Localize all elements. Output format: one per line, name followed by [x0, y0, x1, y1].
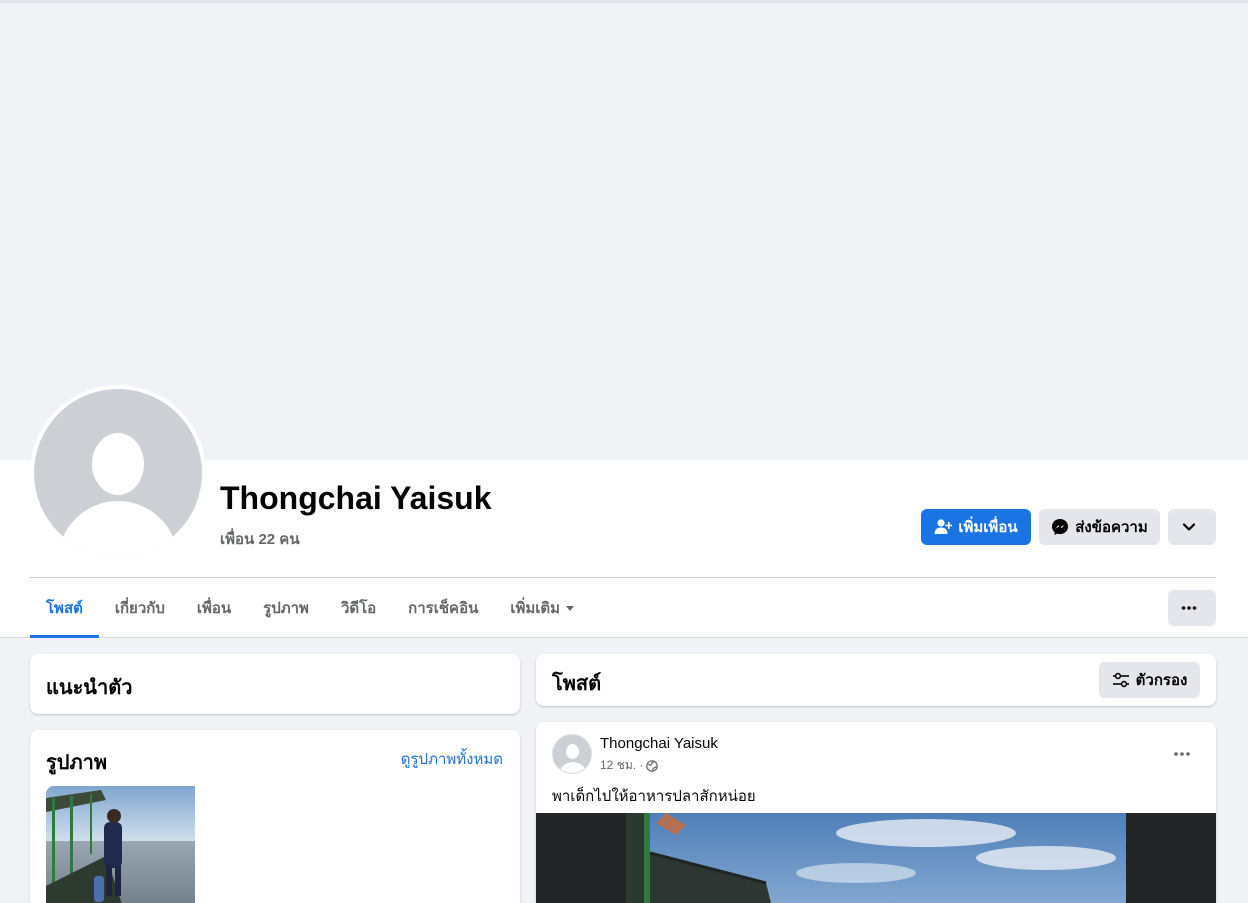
globe-icon	[646, 759, 659, 772]
more-dots-icon	[1174, 752, 1190, 756]
post-card: Thongchai Yaisuk 12 ชม. · พาเด็กไปให้อาห…	[536, 722, 1216, 903]
photos-title: รูปภาพ	[46, 752, 108, 774]
profile-tabs: โพสต์ เกี่ยวกับ เพื่อน รูปภาพ วิดีโอ การ…	[30, 578, 590, 638]
post-author-avatar[interactable]	[552, 734, 592, 774]
intro-title: แนะนำตัว	[46, 677, 133, 699]
add-friend-label: เพิ่มเพื่อน	[958, 519, 1018, 536]
post-author-name[interactable]: Thongchai Yaisuk	[600, 735, 718, 752]
photo-thumbnail[interactable]	[46, 786, 195, 903]
cover-photo[interactable]	[0, 0, 1248, 460]
profile-name: Thongchai Yaisuk	[220, 480, 492, 516]
post-options-button[interactable]	[1164, 736, 1200, 772]
post-time[interactable]: 12 ชม. ·	[600, 756, 643, 775]
more-actions-button[interactable]	[1168, 509, 1216, 545]
tab-videos[interactable]: วิดีโอ	[325, 578, 392, 638]
filter-sliders-icon	[1112, 672, 1129, 688]
message-label: ส่งข้อความ	[1075, 519, 1148, 536]
posts-header-card: โพสต์ ตัวกรอง	[536, 654, 1216, 706]
profile-picture[interactable]	[30, 385, 206, 561]
see-all-photos-link[interactable]: ดูรูปภาพทั้งหมด	[401, 747, 503, 771]
intro-card: แนะนำตัว	[30, 654, 520, 714]
tab-more[interactable]: เพิ่มเติม	[494, 578, 590, 638]
add-person-icon	[934, 519, 953, 534]
filter-label: ตัวกรอง	[1135, 672, 1188, 689]
post-photo[interactable]	[626, 813, 1126, 903]
posts-title: โพสต์	[552, 673, 602, 695]
caret-down-icon	[566, 605, 575, 611]
default-avatar-icon	[34, 389, 202, 557]
tab-friends[interactable]: เพื่อน	[181, 578, 247, 638]
messenger-icon	[1052, 519, 1069, 535]
tab-posts[interactable]: โพสต์	[30, 578, 99, 638]
message-button[interactable]: ส่งข้อความ	[1039, 509, 1160, 545]
photos-card: รูปภาพ ดูรูปภาพทั้งหมด	[30, 730, 520, 903]
more-dots-icon	[1181, 606, 1197, 610]
post-meta: 12 ชม. ·	[600, 756, 659, 775]
tabs-more-button[interactable]	[1168, 590, 1216, 626]
tab-photos[interactable]: รูปภาพ	[247, 578, 325, 638]
friends-count[interactable]: เพื่อน 22 คน	[220, 527, 300, 551]
post-text: พาเด็กไปให้อาหารปลาสักหน่อย	[552, 788, 756, 805]
chevron-down-icon	[1182, 523, 1196, 531]
filter-button[interactable]: ตัวกรอง	[1099, 662, 1200, 698]
tab-about[interactable]: เกี่ยวกับ	[99, 578, 181, 638]
post-media[interactable]	[536, 813, 1216, 903]
add-friend-button[interactable]: เพิ่มเพื่อน	[921, 509, 1031, 545]
tab-checkins[interactable]: การเช็คอิน	[392, 578, 494, 638]
